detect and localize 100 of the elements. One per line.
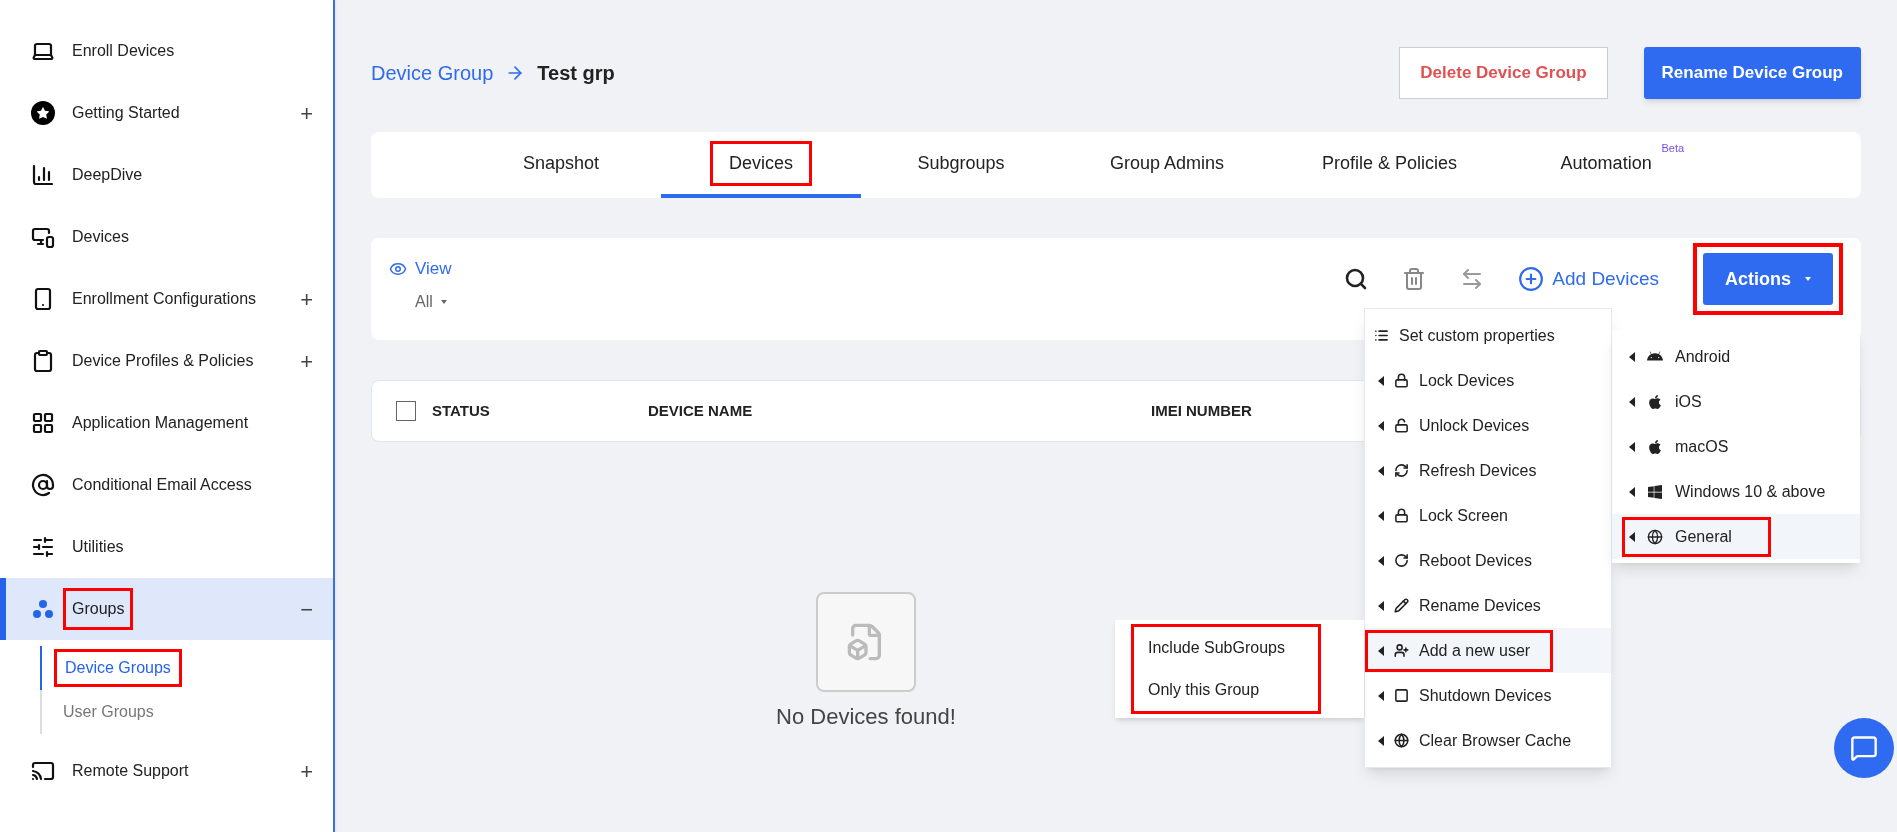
- lock-icon: [1394, 508, 1409, 523]
- toggle-sign[interactable]: −: [300, 592, 313, 626]
- tab-label: Devices: [710, 140, 812, 186]
- tab[interactable]: Profile & Policies: [1273, 132, 1507, 198]
- add-devices-button[interactable]: Add Devices: [1518, 264, 1659, 294]
- menu-item[interactable]: Reboot Devices: [1365, 538, 1611, 583]
- at-sign-icon: [31, 473, 55, 497]
- toggle-sign[interactable]: +: [300, 96, 313, 130]
- sidebar-label: Enroll Devices: [71, 41, 176, 61]
- refresh-icon: [1394, 463, 1409, 478]
- globe-icon: [1394, 733, 1409, 748]
- search-icon[interactable]: [1344, 267, 1369, 291]
- menu-item[interactable]: Lock Devices: [1365, 358, 1611, 403]
- menu-item[interactable]: iOS: [1612, 379, 1860, 424]
- sidebar-item[interactable]: Enrollment Configurations +: [0, 268, 333, 330]
- sidebar-label: Device Profiles & Policies: [71, 351, 255, 371]
- tab-label: Profile & Policies: [1321, 151, 1459, 175]
- caret-icon: [1378, 600, 1384, 611]
- plus-circle-icon: [1518, 266, 1545, 292]
- sidebar-item[interactable]: Utilities: [0, 516, 333, 578]
- select-all-checkbox[interactable]: [396, 401, 416, 421]
- column-header: IMEI NUMBER: [1151, 400, 1252, 421]
- caret-icon: [1378, 555, 1384, 566]
- lock-icon: [1394, 373, 1409, 388]
- empty-state-text: No Devices found!: [776, 703, 956, 731]
- bar-chart-icon: [31, 163, 55, 187]
- menu-item[interactable]: Set custom properties: [1365, 313, 1611, 358]
- sidebar-item[interactable]: Device Profiles & Policies +: [0, 330, 333, 392]
- menu-item[interactable]: Only this Group: [1134, 669, 1318, 711]
- rotate-icon: [1394, 553, 1409, 568]
- sidebar-item[interactable]: DeepDive: [0, 144, 333, 206]
- sidebar-label: Groups: [63, 588, 134, 630]
- column-header: DEVICE NAME: [648, 400, 754, 421]
- menu-item[interactable]: Unlock Devices: [1365, 403, 1611, 448]
- user-plus-icon: [1394, 643, 1409, 658]
- tab-label: Snapshot: [521, 151, 601, 175]
- toggle-sign[interactable]: +: [300, 754, 313, 788]
- sidebar-item[interactable]: Conditional Email Access: [0, 454, 333, 516]
- menu-item[interactable]: Refresh Devices: [1365, 448, 1611, 493]
- delete-group-button[interactable]: Delete Device Group: [1399, 47, 1608, 99]
- sidebar-label: Utilities: [71, 537, 125, 557]
- actions-button[interactable]: Actions: [1703, 253, 1833, 305]
- caret-icon: [1629, 486, 1635, 497]
- sidebar-subitem[interactable]: User Groups: [40, 690, 333, 734]
- menu-item[interactable]: General: [1612, 514, 1860, 559]
- toggle-sign[interactable]: +: [300, 282, 313, 316]
- menu-item[interactable]: Add a new user: [1365, 628, 1611, 673]
- menu-item[interactable]: Shutdown Devices: [1365, 673, 1611, 718]
- sidebar-item[interactable]: Groups −: [0, 578, 333, 640]
- caret-icon: [1378, 690, 1384, 701]
- menu-item[interactable]: Clear Browser Cache: [1365, 718, 1611, 763]
- menu-item[interactable]: Android: [1612, 334, 1860, 379]
- menu-item[interactable]: Rename Devices: [1365, 583, 1611, 628]
- tab[interactable]: Devices: [661, 132, 861, 198]
- sidebar-item[interactable]: Getting Started +: [0, 82, 333, 144]
- sidebar-label: DeepDive: [71, 165, 144, 185]
- caret-icon: [1378, 735, 1384, 746]
- caret-icon: [1629, 351, 1635, 362]
- sliders-icon: [31, 535, 55, 559]
- clipboard-icon: [31, 349, 55, 373]
- toggle-sign[interactable]: +: [300, 344, 313, 378]
- cast-icon: [31, 759, 55, 783]
- sidebar-sublabel: User Groups: [62, 702, 155, 722]
- page-title: Test grp: [537, 61, 615, 86]
- sidebar-sublabel: Device Groups: [54, 649, 182, 687]
- breadcrumb-link[interactable]: Device Group: [371, 58, 494, 88]
- sidebar-label: Devices: [71, 227, 130, 247]
- list-icon: [1374, 328, 1389, 343]
- sidebar-item[interactable]: Devices: [0, 206, 333, 268]
- trash-icon[interactable]: [1402, 267, 1427, 291]
- rename-group-button[interactable]: Rename Device Group: [1643, 47, 1861, 99]
- sidebar-label: Conditional Email Access: [71, 475, 253, 495]
- sidebar-item[interactable]: Enroll Devices: [0, 20, 333, 82]
- tab[interactable]: Snapshot: [461, 132, 661, 198]
- caret-icon: [1378, 465, 1384, 476]
- chat-button[interactable]: [1834, 718, 1894, 778]
- sidebar-label: Remote Support: [71, 761, 190, 781]
- square-icon: [1394, 688, 1409, 703]
- apple-icon: [1647, 393, 1663, 410]
- tab[interactable]: Group Admins: [1061, 132, 1274, 198]
- tab[interactable]: Automation Beta: [1506, 132, 1707, 198]
- column-header: STATUS: [432, 400, 491, 421]
- menu-item[interactable]: Lock Screen: [1365, 493, 1611, 538]
- view-dropdown[interactable]: All: [415, 289, 452, 314]
- menu-item[interactable]: Include SubGroups: [1134, 627, 1318, 669]
- sidebar-label: Enrollment Configurations: [71, 289, 258, 309]
- sidebar-item[interactable]: Application Management: [0, 392, 333, 454]
- beta-label: Beta: [1661, 141, 1685, 156]
- view-label: View: [415, 258, 452, 280]
- chat-icon: [1850, 734, 1878, 762]
- sidebar-label: Getting Started: [71, 103, 181, 123]
- menu-item[interactable]: Windows 10 & above: [1612, 469, 1860, 514]
- sidebar-subitem[interactable]: Device Groups: [40, 646, 333, 690]
- tab[interactable]: Subgroups: [861, 132, 1061, 198]
- menu-item[interactable]: macOS: [1612, 424, 1860, 469]
- sidebar-item[interactable]: Remote Support +: [0, 740, 333, 802]
- lock-icon: [1394, 418, 1409, 433]
- windows-icon: [1647, 483, 1663, 500]
- sidebar-label: Application Management: [71, 413, 250, 433]
- apple-icon: [1647, 438, 1663, 455]
